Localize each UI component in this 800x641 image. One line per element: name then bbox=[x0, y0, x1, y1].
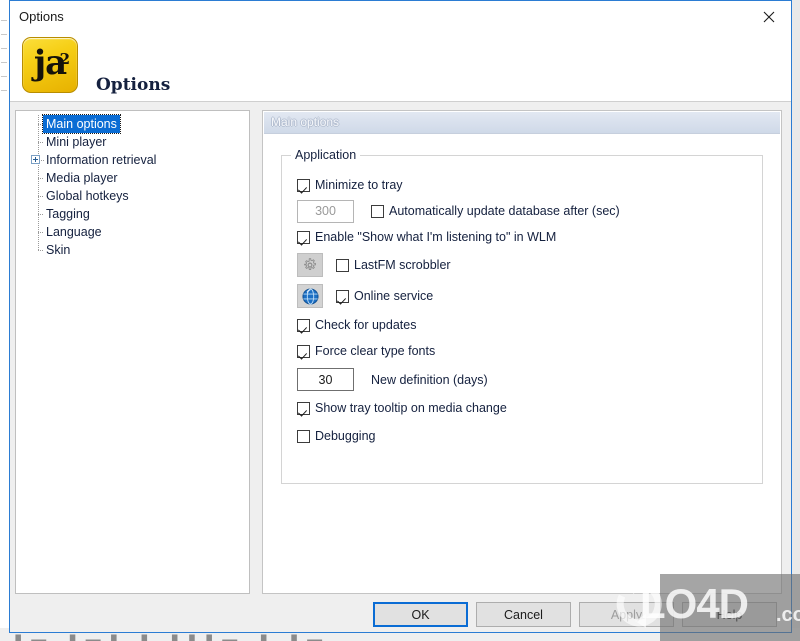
tree-connector bbox=[38, 250, 43, 251]
sidebar-item-tagging[interactable]: Tagging bbox=[16, 205, 249, 223]
label-show-tray-tooltip[interactable]: Show tray tooltip on media change bbox=[315, 401, 507, 415]
row-tray-tooltip: Show tray tooltip on media change bbox=[297, 395, 754, 421]
sidebar-item-skin[interactable]: Skin bbox=[16, 241, 249, 259]
row-lastfm: LastFM scrobbler bbox=[297, 250, 754, 280]
sidebar-item-label: Media player bbox=[46, 171, 118, 185]
row-auto-update: 300 Automatically update database after … bbox=[297, 198, 754, 224]
checkbox-debugging[interactable] bbox=[297, 429, 310, 443]
label-check-for-updates[interactable]: Check for updates bbox=[315, 318, 416, 332]
sidebar-item-label: Mini player bbox=[46, 135, 107, 149]
tree-connector bbox=[38, 178, 43, 179]
checkbox-online-service[interactable] bbox=[336, 289, 349, 303]
close-button[interactable] bbox=[746, 1, 791, 33]
row-clear-type: Force clear type fonts bbox=[297, 338, 754, 364]
page-title: Options bbox=[96, 75, 171, 95]
settings-tree: Main options Mini player Information ret… bbox=[16, 114, 249, 259]
panel-header-label: Main options bbox=[271, 115, 340, 129]
help-button[interactable]: Help bbox=[682, 602, 777, 627]
gear-icon bbox=[304, 258, 316, 270]
checkbox-lastfm-scrobbler[interactable] bbox=[336, 258, 349, 272]
checkbox-auto-update-database[interactable] bbox=[371, 204, 384, 218]
expand-plus-icon[interactable] bbox=[31, 155, 40, 164]
label-enable-wlm[interactable]: Enable "Show what I'm listening to" in W… bbox=[315, 230, 556, 244]
tree-connector bbox=[38, 232, 43, 233]
apply-button[interactable]: Apply bbox=[579, 602, 674, 627]
label-auto-update-database[interactable]: Automatically update database after (sec… bbox=[389, 204, 620, 218]
checkbox-force-clear-type-fonts[interactable] bbox=[297, 344, 310, 358]
checkbox-minimize-to-tray[interactable] bbox=[297, 178, 310, 192]
input-auto-update-seconds[interactable]: 300 bbox=[297, 199, 354, 223]
groupbox-title: Application bbox=[291, 148, 361, 162]
tree-connector bbox=[41, 160, 44, 161]
sidebar-item-label: Skin bbox=[46, 243, 71, 257]
online-service-settings-button[interactable] bbox=[297, 284, 323, 308]
sidebar-item-media-player[interactable]: Media player bbox=[16, 169, 249, 187]
row-wlm: Enable "Show what I'm listening to" in W… bbox=[297, 224, 754, 250]
label-force-clear-type-fonts[interactable]: Force clear type fonts bbox=[315, 344, 435, 358]
label-lastfm-scrobbler[interactable]: LastFM scrobbler bbox=[354, 258, 451, 272]
app-logo: ja 2 bbox=[22, 37, 78, 93]
application-groupbox: Application Minimize to tray 300 Automat… bbox=[281, 148, 763, 484]
dialog-header: ja 2 Options bbox=[10, 34, 791, 102]
lastfm-settings-button[interactable] bbox=[297, 253, 323, 277]
app-logo-superscript: 2 bbox=[59, 50, 70, 68]
tree-connector bbox=[38, 124, 43, 125]
title-bar: Options bbox=[10, 1, 791, 34]
sidebar-item-label: Main options bbox=[42, 114, 121, 134]
sidebar-item-information-retrieval[interactable]: Information retrieval bbox=[16, 151, 249, 169]
panel-header: Main options bbox=[264, 112, 780, 134]
label-new-definition: New definition (days) bbox=[371, 372, 488, 387]
window-title: Options bbox=[19, 9, 64, 24]
checkbox-enable-wlm[interactable] bbox=[297, 230, 310, 244]
ok-button[interactable]: OK bbox=[373, 602, 468, 627]
dialog-body: Main options Mini player Information ret… bbox=[10, 102, 791, 632]
sidebar-item-label: Language bbox=[46, 225, 102, 239]
label-online-service[interactable]: Online service bbox=[354, 289, 433, 303]
row-check-updates: Check for updates bbox=[297, 312, 754, 338]
label-minimize-to-tray[interactable]: Minimize to tray bbox=[315, 178, 403, 192]
options-dialog: Options ja 2 Options Main options Mini p… bbox=[9, 0, 792, 633]
row-minimize-to-tray: Minimize to tray bbox=[297, 172, 754, 198]
sidebar-item-language[interactable]: Language bbox=[16, 223, 249, 241]
close-x-icon bbox=[763, 11, 774, 23]
sidebar-item-mini-player[interactable]: Mini player bbox=[16, 133, 249, 151]
cancel-button[interactable]: Cancel bbox=[476, 602, 571, 627]
sidebar-item-global-hotkeys[interactable]: Global hotkeys bbox=[16, 187, 249, 205]
label-debugging[interactable]: Debugging bbox=[315, 429, 375, 443]
checkbox-check-for-updates[interactable] bbox=[297, 318, 310, 332]
options-rows: Minimize to tray 300 Automatically updat… bbox=[297, 172, 754, 451]
background-window-left-edge bbox=[0, 0, 9, 641]
input-new-definition-days[interactable]: 30 bbox=[297, 368, 354, 391]
tree-connector bbox=[38, 142, 43, 143]
row-online-service: Online service bbox=[297, 280, 754, 312]
checkbox-show-tray-tooltip[interactable] bbox=[297, 401, 310, 415]
sidebar-item-main-options[interactable]: Main options bbox=[16, 114, 249, 134]
settings-tree-panel[interactable]: Main options Mini player Information ret… bbox=[15, 110, 250, 594]
sidebar-item-label: Global hotkeys bbox=[46, 189, 129, 203]
tree-connector bbox=[38, 196, 43, 197]
row-new-definition: 30 New definition (days) bbox=[297, 364, 754, 395]
sidebar-item-label: Tagging bbox=[46, 207, 90, 221]
globe-icon bbox=[301, 287, 319, 305]
dialog-button-row: OK Cancel Apply Help bbox=[10, 602, 782, 628]
tree-connector bbox=[38, 214, 43, 215]
options-content-panel: Main options Application Minimize to tra… bbox=[262, 110, 782, 594]
row-debugging: Debugging bbox=[297, 421, 754, 451]
sidebar-item-label: Information retrieval bbox=[46, 153, 157, 167]
